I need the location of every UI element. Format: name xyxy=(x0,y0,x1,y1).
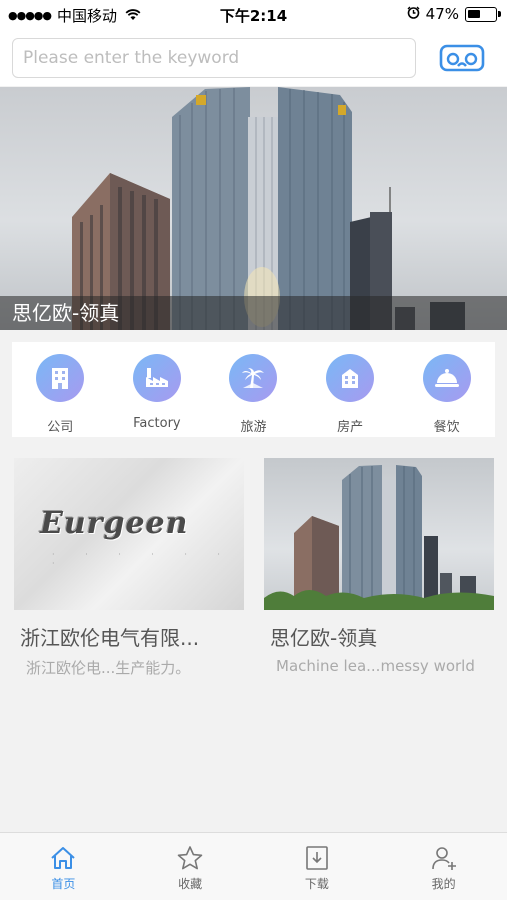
alarm-icon xyxy=(407,5,420,23)
card-description: 浙江欧伦电...生产能力。 xyxy=(26,659,191,677)
battery-icon xyxy=(465,6,501,22)
download-icon xyxy=(306,846,328,870)
category-bar: 公司 Factory 旅游 房产 餐饮 xyxy=(12,342,495,437)
vr-button[interactable] xyxy=(438,42,486,74)
category-label: 公司 xyxy=(47,420,74,435)
search-row xyxy=(0,30,507,86)
battery-percent: 47% xyxy=(425,5,459,23)
category-label: 房产 xyxy=(337,420,364,435)
tab-downloads[interactable]: 下载 xyxy=(254,833,381,900)
category-label: Factory xyxy=(133,416,181,431)
category-factory[interactable]: Factory xyxy=(109,342,206,437)
banner-image xyxy=(72,87,465,330)
card-title: 浙江欧伦电气有限... xyxy=(20,626,200,650)
tab-label: 首页 xyxy=(51,877,76,891)
category-company[interactable]: 公司 xyxy=(12,342,109,437)
status-bar: ●●●●● 中国移动 下午2:14 47% xyxy=(0,0,507,30)
palm-tree-icon xyxy=(229,354,278,402)
category-dining[interactable]: 餐饮 xyxy=(398,342,495,437)
tab-home[interactable]: 首页 xyxy=(0,833,127,900)
tab-favorites[interactable]: 收藏 xyxy=(127,833,254,900)
home-icon xyxy=(51,847,76,869)
bottom-tab-bar: 首页 收藏 下载 我的 xyxy=(0,832,507,900)
tab-label: 我的 xyxy=(431,877,456,891)
tab-label: 下载 xyxy=(304,877,329,891)
vr-headset-icon xyxy=(439,44,485,72)
logo-decoration: · · · · · · · xyxy=(52,550,234,568)
banner-caption: 思亿欧-领真 xyxy=(0,296,507,330)
user-add-icon xyxy=(431,847,456,870)
search-input[interactable] xyxy=(12,38,416,78)
content-card[interactable]: 思亿欧-领真 Machine lea...messy world xyxy=(264,458,494,675)
category-travel[interactable]: 旅游 xyxy=(205,342,302,437)
card-description: Machine lea...messy world xyxy=(276,657,475,675)
tab-profile[interactable]: 我的 xyxy=(380,833,507,900)
content-card[interactable]: Eurgeen · · · · · · · 浙江欧伦电气有限... 浙江欧伦电.… xyxy=(14,458,244,678)
house-icon xyxy=(326,354,375,402)
category-label: 餐饮 xyxy=(433,420,460,435)
dish-cloche-icon xyxy=(422,354,471,402)
status-right: 47% xyxy=(407,5,501,23)
star-icon xyxy=(177,846,203,870)
factory-icon xyxy=(132,354,181,402)
category-realestate[interactable]: 房产 xyxy=(302,342,399,437)
card-image xyxy=(264,458,494,610)
brand-logo-text: Eurgeen xyxy=(40,506,189,541)
building-icon xyxy=(36,354,85,402)
battery-fill xyxy=(468,9,481,18)
card-image: Eurgeen · · · · · · · xyxy=(14,458,244,610)
category-label: 旅游 xyxy=(240,420,267,435)
banner-carousel[interactable]: 思亿欧-领真 xyxy=(0,87,507,330)
card-title: 思亿欧-领真 xyxy=(270,626,378,650)
tab-label: 收藏 xyxy=(178,877,203,891)
building-photo xyxy=(264,465,494,610)
